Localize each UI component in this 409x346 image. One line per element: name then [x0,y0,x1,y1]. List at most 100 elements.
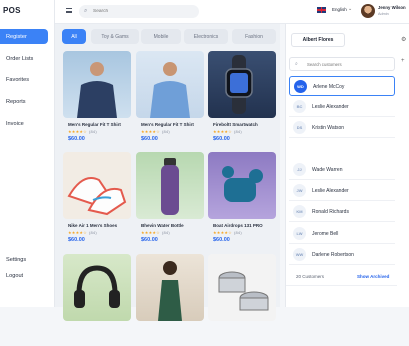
man-tshirt-image [77,62,117,118]
sidebar-item-label: Favorites [6,76,30,83]
sidebar-item-register[interactable]: Register [0,29,48,44]
customer-name: Darlene Robertson [312,252,354,258]
customer-row[interactable]: JJ Wade Warren [289,160,395,180]
customer-avatar: WW [293,248,306,261]
review-count: (84) [88,129,97,134]
sidebar-item-favorites[interactable]: Favorites [0,72,48,87]
customer-count: 20 Customers [296,274,325,279]
product-rating: ★★★★☆ (84) [68,129,97,134]
product-card[interactable]: Nike Air 1 Men's Shoes ★★★★☆ (84) $60.00 [63,152,131,244]
customer-row[interactable]: LW Jerome Bell [289,224,395,244]
product-price: $60.00 [68,237,85,243]
review-count: (84) [233,230,242,235]
category-tab-mobile[interactable]: Mobile [141,29,181,44]
avatar[interactable] [361,4,375,18]
customer-name: Kristin Watson [312,125,345,131]
star-rating-icon: ★★★★☆ [213,230,232,235]
customer-avatar: KM [293,205,306,218]
product-rating: ★★★★☆ (84) [141,230,170,235]
category-tab-toys[interactable]: Toy & Gams [91,29,139,44]
customer-panel: Albert Flores ⌕ WD Arlene McCoy BC Lesli… [285,24,398,307]
search-input[interactable] [93,7,193,16]
review-count: (84) [233,129,242,134]
customer-search[interactable]: ⌕ [289,57,395,71]
chevron-down-icon[interactable]: ⌄ [348,6,352,12]
customer-row[interactable]: BC Leslie Alexander [289,97,395,117]
product-title: Men's Regular Fit T Shirt [68,122,121,127]
customer-row[interactable]: WD Arlene McCoy [289,76,395,96]
sidebar-item-label: Register [6,33,27,40]
category-tab-fashion[interactable]: Fashion [232,29,276,44]
product-image [136,51,204,118]
product-card[interactable]: Boat Airdrops 131 PRO ★★★★☆ (84) $60.00 [208,152,276,244]
user-name: Jenny Wilson [378,5,406,10]
sidebar-item-order-lists[interactable]: Order Lists [0,51,48,66]
review-count: (84) [161,230,170,235]
customer-name: Leslie Alexander [312,104,349,110]
customer-name: Wade Warren [312,167,343,173]
headphones-image [74,265,120,308]
customer-name: Ronald Richards [312,209,349,215]
customer-search-input[interactable] [307,60,392,69]
product-image [63,254,131,321]
search-icon: ⌕ [84,8,88,14]
language-selector[interactable]: English [332,7,347,12]
product-rating: ★★★★☆ (84) [141,129,170,134]
customer-avatar: WD [294,80,307,93]
customer-name: Arlene McCoy [313,84,345,90]
sidebar: POS Register Order Lists Favorites Repor… [0,0,55,307]
right-rail: ⚙ + [397,24,409,307]
customer-name: Leslie Alexander [312,188,349,194]
plus-icon[interactable]: + [401,58,405,64]
customer-row[interactable]: DS Kristin Watson [289,118,395,138]
customer-row[interactable]: KM Ronald Richards [289,202,395,222]
sidebar-item-invoice[interactable]: Invoice [0,116,48,131]
selected-customer[interactable]: Albert Flores [291,33,345,47]
product-rating: ★★★★☆ (84) [213,129,242,134]
sidebar-item-label: Invoice [6,120,24,127]
product-card[interactable]: Bhevin Water Bottle ★★★★☆ (84) $60.00 [136,152,204,244]
sidebar-item-label: Settings [6,256,27,263]
cookware-image [218,271,269,311]
customer-avatar: JJ [293,163,306,176]
customer-avatar: DS [293,121,306,134]
product-image [136,254,204,321]
sidebar-item-settings[interactable]: Settings [0,252,48,267]
divider [286,285,398,286]
earbuds-image [222,166,263,202]
product-price: $60.00 [141,237,158,243]
product-price: $60.00 [141,136,158,142]
category-tab-all[interactable]: All [62,29,86,44]
user-role: Admin [378,12,389,16]
product-card[interactable]: Men's Regular Fit T Shirt ★★★★☆ (84) $60.… [136,51,204,143]
product-card[interactable]: Men's Regular Fit T Shirt ★★★★☆ (84) $60.… [63,51,131,143]
show-archived-link[interactable]: Show Archived [357,274,389,279]
sidebar-item-label: Reports [6,98,26,105]
sidebar-item-logout[interactable]: Logout [0,268,48,283]
top-bar: ⌕ English ⌄ Jenny Wilson Admin [55,0,409,24]
product-card[interactable] [136,254,204,346]
brand-logo: POS [3,6,21,15]
category-tab-electronics[interactable]: Electronics [184,29,228,44]
customer-row[interactable]: WW Darlene Robertson [289,245,395,265]
product-title: Fireboltt Smartwatch [213,122,258,127]
sidebar-item-reports[interactable]: Reports [0,94,48,109]
product-price: $60.00 [213,237,230,243]
search-icon: ⌕ [295,61,298,67]
product-title: Nike Air 1 Men's Shoes [68,223,118,228]
product-title: Boat Airdrops 131 PRO [213,223,263,228]
sneakers-image [67,177,127,216]
product-card[interactable]: Fireboltt Smartwatch ★★★★☆ (84) $60.00 [208,51,276,143]
hamburger-menu-icon[interactable] [66,8,72,13]
sidebar-item-label: Order Lists [6,55,34,62]
product-image [208,51,276,118]
review-count: (84) [88,230,97,235]
global-search[interactable]: ⌕ [79,5,199,18]
product-card[interactable] [63,254,131,346]
settings-icon[interactable]: ⚙ [401,36,406,43]
product-card[interactable] [208,254,276,346]
star-rating-icon: ★★★★☆ [141,129,160,134]
customer-row[interactable]: JW Leslie Alexander [289,181,395,201]
product-image [63,51,131,118]
man-shirt-image [150,62,190,118]
